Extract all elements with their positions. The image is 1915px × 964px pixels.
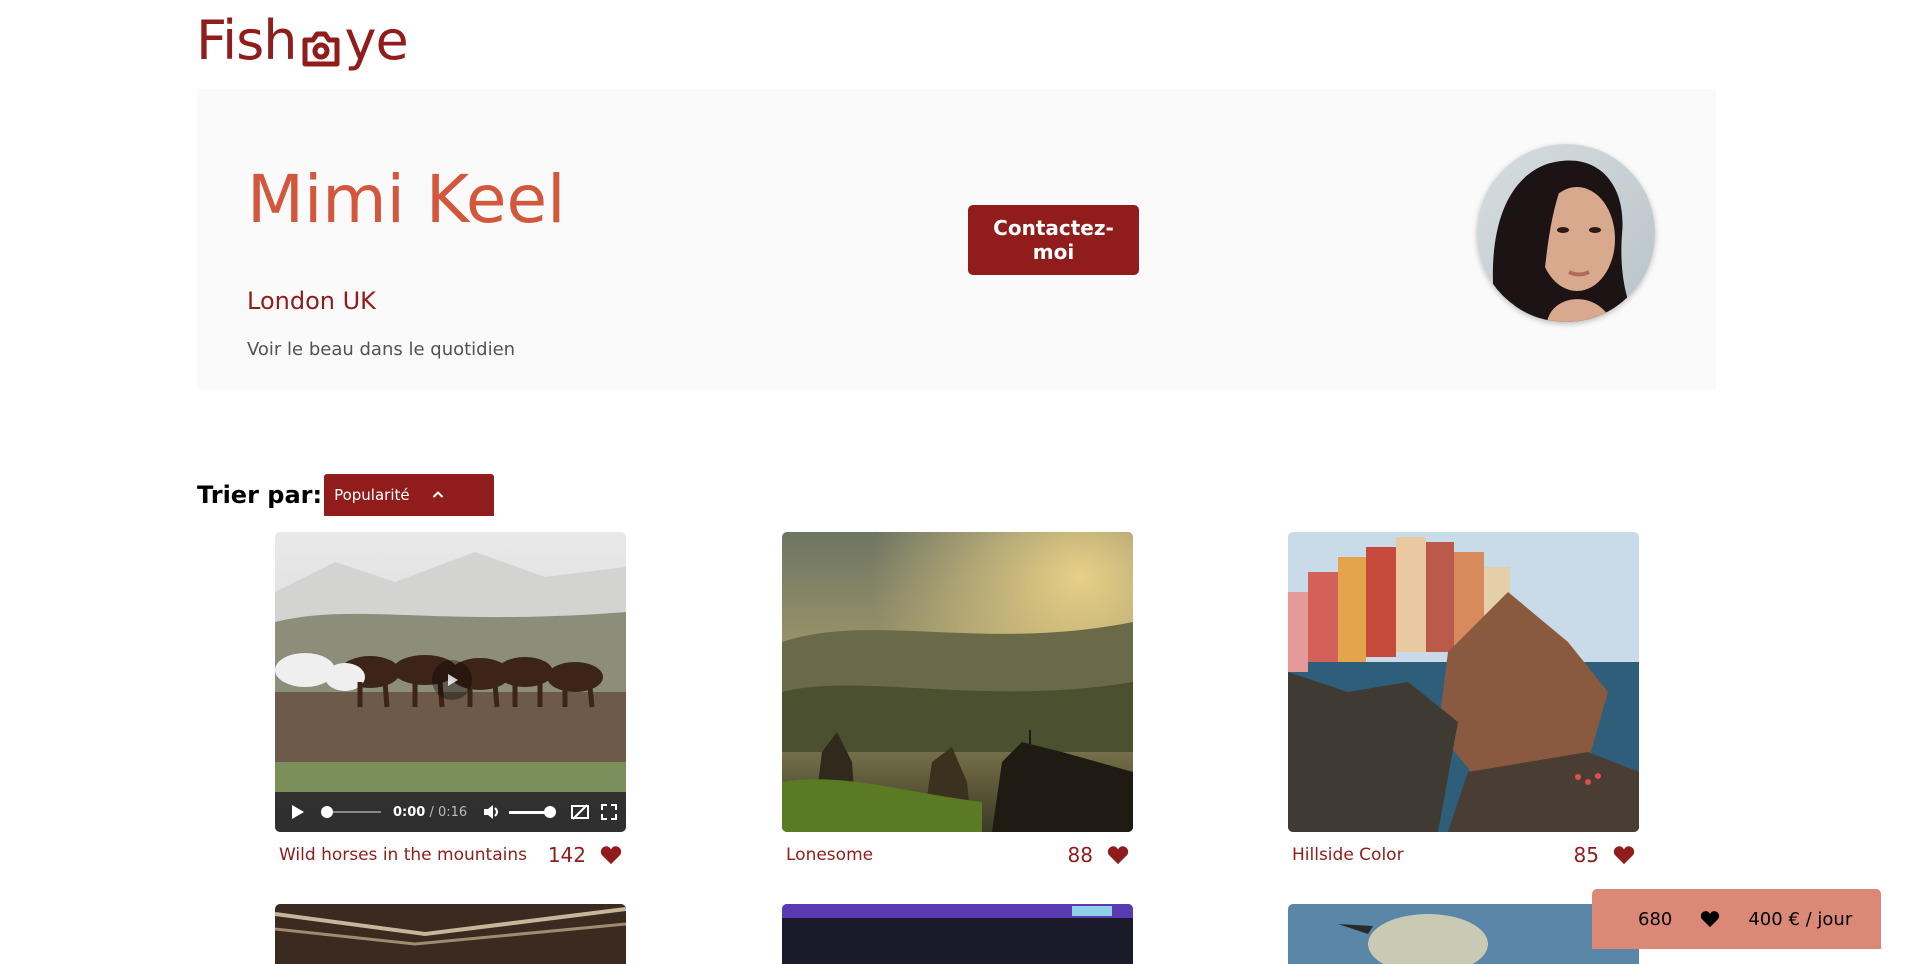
media-card: Lonesome 88 xyxy=(782,532,1133,878)
avatar xyxy=(1477,144,1655,322)
video-controls: 0:00 / 0:16 xyxy=(275,792,626,832)
fullscreen-icon[interactable] xyxy=(601,804,618,820)
media-likes-count: 142 xyxy=(547,843,586,867)
logo-text-left: Fish xyxy=(196,8,297,72)
likes-price-summary: 680 400 € / jour xyxy=(1592,889,1881,949)
sort-label: Trier par: xyxy=(197,481,323,509)
photographer-tagline: Voir le beau dans le quotidien xyxy=(247,339,516,360)
camera-icon xyxy=(299,20,343,67)
heart-icon[interactable] xyxy=(1613,845,1635,865)
media-title[interactable]: Hillside Color xyxy=(1292,845,1574,865)
media-image[interactable] xyxy=(782,904,1133,964)
no-captions-icon[interactable] xyxy=(571,804,590,820)
contact-button[interactable]: Contactez-moi xyxy=(968,205,1139,275)
heart-icon[interactable] xyxy=(1107,845,1129,865)
media-meta: Lonesome 88 xyxy=(782,832,1133,878)
media-image[interactable] xyxy=(1288,904,1639,964)
video-time-separator: / xyxy=(425,804,438,820)
play-icon[interactable] xyxy=(291,804,305,820)
media-card: 0:00 / 0:16 Wild horses in the mountains… xyxy=(275,532,626,878)
media-title[interactable]: Wild horses in the mountains xyxy=(279,845,548,865)
media-video[interactable]: 0:00 / 0:16 xyxy=(275,532,626,832)
photographer-header: Mimi Keel London UK Voir le beau dans le… xyxy=(197,89,1716,390)
media-meta: Wild horses in the mountains 142 xyxy=(275,832,626,878)
volume-slider[interactable] xyxy=(509,805,557,819)
sort-dropdown[interactable]: Popularité xyxy=(324,474,495,516)
media-meta: Hillside Color 85 xyxy=(1288,832,1639,878)
volume-icon[interactable] xyxy=(483,804,501,820)
video-duration: 0:16 xyxy=(438,804,468,820)
media-likes-count: 88 xyxy=(1067,843,1093,867)
play-overlay-icon[interactable] xyxy=(432,660,472,700)
media-image[interactable] xyxy=(275,904,626,964)
media-image[interactable] xyxy=(782,532,1133,832)
media-title[interactable]: Lonesome xyxy=(786,845,1068,865)
total-likes: 680 xyxy=(1638,908,1673,930)
fisheye-logo[interactable]: Fish ye xyxy=(196,8,409,72)
chevron-up-icon xyxy=(432,491,443,498)
sort-selected-value: Popularité xyxy=(334,486,410,504)
photographer-location: London UK xyxy=(247,287,376,315)
daily-price: 400 € / jour xyxy=(1748,908,1853,930)
heart-icon xyxy=(1701,911,1720,928)
media-card: Hillside Color 85 xyxy=(1288,532,1639,878)
media-likes-count: 85 xyxy=(1573,843,1599,867)
photographer-name: Mimi Keel xyxy=(247,161,566,238)
video-current-time: 0:00 xyxy=(393,804,426,820)
logo-text-right: ye xyxy=(344,8,409,72)
heart-icon[interactable] xyxy=(600,845,622,865)
media-image[interactable] xyxy=(1288,532,1639,832)
video-seek-bar[interactable] xyxy=(321,805,381,819)
sort-row: Trier par: Popularité xyxy=(197,474,495,516)
